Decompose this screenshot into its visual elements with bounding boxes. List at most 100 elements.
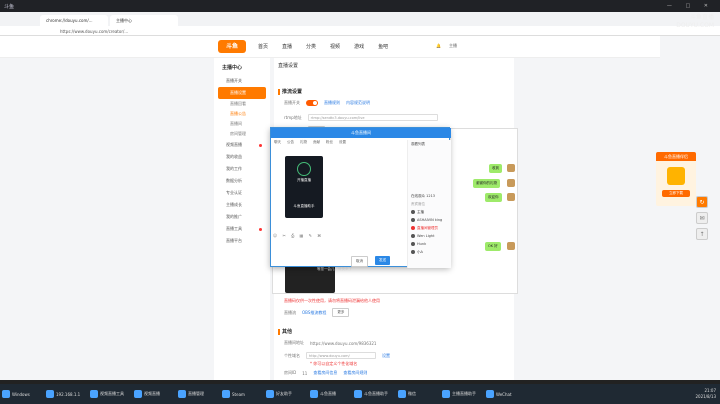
sidebar-item-promo[interactable]: 我的推广	[214, 211, 270, 223]
float-action-icon[interactable]: ↻	[696, 196, 708, 208]
taskbar-item[interactable]: 192.168.1.1	[46, 390, 84, 398]
sidebar-item-tools[interactable]: 直播工具	[214, 223, 270, 235]
section-label: 其他	[282, 329, 293, 335]
promo-ad[interactable]: 斗鱼直播伴侣 立即下载	[656, 152, 696, 206]
sidebar-item-data[interactable]: 数据分析	[214, 175, 270, 187]
taskbar-label: 斗鱼直播	[320, 391, 336, 396]
taskbar-item[interactable]: 斗鱼直播	[310, 390, 348, 398]
sidebar-sub-notice[interactable]: 直播公告	[214, 109, 270, 119]
sidebar-sub-replay[interactable]: 直播回看	[214, 99, 270, 109]
bell-icon[interactable]: 🔔	[436, 43, 441, 49]
section-other-title: 其他	[278, 328, 292, 335]
viewer-item[interactable]: ASHAIVIN king	[408, 216, 451, 224]
spec-link[interactable]: 内容规范说明	[346, 100, 370, 106]
tab-notice[interactable]: 公告	[287, 140, 294, 145]
taskbar-item[interactable]: Windows	[2, 390, 40, 398]
rules-link[interactable]: 直播规则	[324, 100, 340, 106]
viewer-item[interactable]: Hunk	[408, 240, 451, 248]
taskbar-item[interactable]: 视频直播	[134, 390, 172, 398]
new-dot	[259, 144, 262, 147]
panel-spacer	[408, 148, 451, 192]
more-button[interactable]: 更多	[332, 308, 350, 317]
phone-preview[interactable]: 开播直播 斗鱼直播助手	[285, 156, 323, 218]
taskbar-item[interactable]: 斗鱼直播助手	[354, 390, 392, 398]
viewer-item[interactable]: 直播间管理员	[408, 224, 451, 232]
taskbar-item[interactable]: WeChat	[486, 390, 524, 398]
header-user[interactable]: 🔔 主播	[436, 43, 457, 49]
domain-row: 个性域名 http://www.douyu.com/ 设置	[284, 352, 390, 359]
taskbar-item[interactable]: 微信	[398, 390, 436, 398]
nav-live[interactable]: 直播	[282, 43, 292, 50]
cancel-button[interactable]: 取消	[351, 256, 368, 267]
nav-yuba[interactable]: 鱼吧	[378, 43, 388, 50]
panel-title: 观看列表	[411, 142, 425, 146]
avatar	[507, 193, 515, 201]
sidebar-item-income[interactable]: 我的收益	[214, 151, 270, 163]
taskbar-label: 主播直播助手	[452, 391, 476, 396]
sidebar-item-growth[interactable]: 主播成长	[214, 199, 270, 211]
tab-2[interactable]: 主播中心	[110, 15, 178, 26]
room-url[interactable]: https://www.douyu.com/9836321	[310, 341, 376, 346]
input-toolbar[interactable]: ☺ ✂ ⎙ ▦ ✎ ⌘	[273, 233, 323, 238]
tab-gift[interactable]: 礼物	[300, 140, 307, 145]
sidebar-sub-room[interactable]: 直播间	[214, 119, 270, 129]
tab-fans[interactable]: 粉丝	[326, 140, 333, 145]
obs-tutorial-link[interactable]: OBS推流教程	[302, 310, 326, 316]
system-tray[interactable]: 21:07 2021/8/13	[640, 388, 716, 400]
taskbar-label: 视频直播工具	[100, 391, 124, 396]
sidebar-item-video[interactable]: 视频直播	[214, 139, 270, 151]
download-button[interactable]: 立即下载	[662, 190, 690, 197]
taskbar-label: 斗鱼直播助手	[364, 391, 388, 396]
viewer-item[interactable]: 主播	[408, 208, 451, 216]
vip-label: 贵宾席位	[411, 202, 425, 206]
sidebar-item-switch[interactable]: 直播开关	[214, 75, 270, 87]
nav-video[interactable]: 视频	[330, 43, 340, 50]
rtmp-field[interactable]: rtmp://sendtc3.douyu.com/live	[307, 114, 438, 121]
window-controls[interactable]: — □ ✕	[667, 3, 714, 9]
sidebar-item-settings[interactable]: 直播设置	[218, 87, 266, 99]
site-header: 斗鱼 首页 直播 分类 视频 游戏 鱼吧 🔔 主播	[0, 36, 660, 58]
taskbar-item[interactable]: 直播管理	[178, 390, 216, 398]
app-icon	[354, 390, 362, 398]
taskbar-item[interactable]: 主播直播助手	[442, 390, 480, 398]
feedback-icon[interactable]: ✉	[696, 212, 708, 224]
app-icon	[667, 167, 685, 185]
tip-label: 直播流	[284, 309, 296, 315]
avatar	[411, 210, 415, 214]
taskbar-item[interactable]: 好友助手	[266, 390, 304, 398]
nav-category[interactable]: 分类	[306, 43, 316, 50]
taskbar-label: 好友助手	[276, 391, 292, 396]
address-bar[interactable]: https://www.douyu.com/creator/...	[0, 26, 720, 36]
watermark-text: 斗鱼直播 DOUYU.COM	[676, 14, 714, 29]
taskbar-item[interactable]: Steam	[222, 390, 260, 398]
viewer-item[interactable]: Wen Light	[408, 232, 451, 240]
taskbar-label: Windows	[12, 391, 30, 397]
app-icon	[398, 390, 406, 398]
tab-chat[interactable]: 聊天	[274, 140, 281, 145]
nav-home[interactable]: 首页	[258, 43, 268, 50]
tab-settings[interactable]: 设置	[339, 140, 346, 145]
top-icon[interactable]: ↑	[696, 228, 708, 240]
sidebar-item-platform[interactable]: 直播平台	[214, 235, 270, 247]
browser-tabs: chrome://douyu.com/... 主播中心	[0, 12, 720, 26]
avatar	[507, 164, 515, 172]
right-blank	[660, 36, 720, 380]
send-button[interactable]: 发送	[375, 256, 390, 265]
sidebar-sub-manage[interactable]: 房间管理	[214, 129, 270, 139]
room-info-link[interactable]: 查看房间信息	[313, 370, 337, 376]
tab-contrib[interactable]: 贡献	[313, 140, 320, 145]
sidebar-item-cert[interactable]: 专业认证	[214, 187, 270, 199]
domain-field[interactable]: http://www.douyu.com/	[306, 352, 376, 359]
app-icon	[266, 390, 274, 398]
sidebar-item-work[interactable]: 我的工作	[214, 163, 270, 175]
room-rules-link[interactable]: 查看房间规则	[343, 370, 367, 376]
domain-set-button[interactable]: 设置	[382, 353, 390, 359]
site-logo[interactable]: 斗鱼	[218, 40, 246, 53]
user-name[interactable]: 主播	[449, 43, 457, 49]
nav-games[interactable]: 游戏	[354, 43, 364, 50]
viewer-item[interactable]: 小A	[408, 248, 451, 256]
live-toggle[interactable]	[306, 100, 318, 106]
taskbar-item[interactable]: 视频直播工具	[90, 390, 128, 398]
app-icon	[486, 390, 494, 398]
tab-1[interactable]: chrome://douyu.com/...	[40, 15, 108, 26]
